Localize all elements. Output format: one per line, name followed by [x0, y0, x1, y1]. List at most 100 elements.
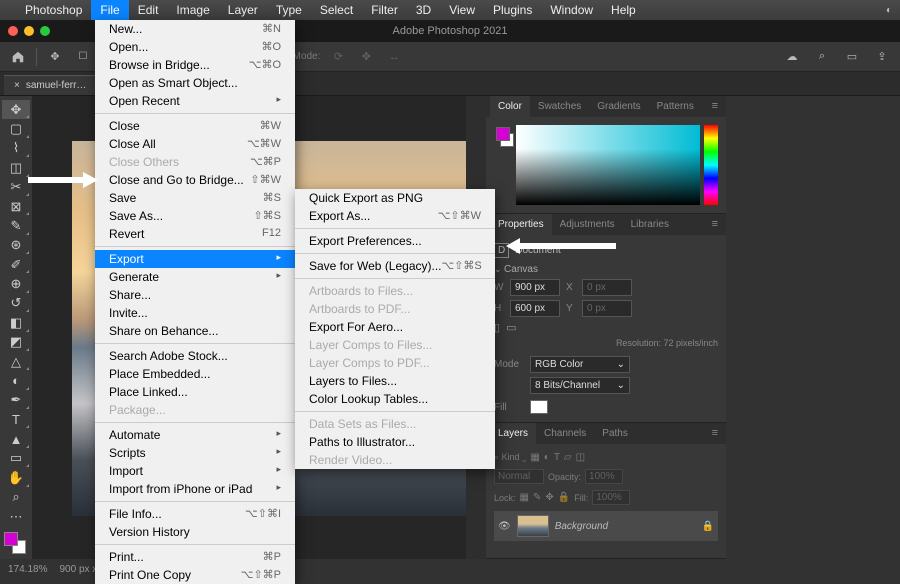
menu-item[interactable]: Scripts [95, 444, 295, 462]
menu-item[interactable]: Export For Aero... [295, 318, 495, 336]
menubar-help[interactable]: Help [602, 0, 645, 20]
menubar-plugins[interactable]: Plugins [484, 0, 541, 20]
panel-menu-icon[interactable]: ≡ [708, 214, 722, 235]
menu-item[interactable]: RevertF12 [95, 225, 295, 243]
menu-item[interactable]: Place Embedded... [95, 365, 295, 383]
tool-object-select[interactable]: ◫ [2, 158, 30, 177]
lock-transparent-icon[interactable]: ▦ [520, 492, 529, 503]
tool-lasso[interactable]: ⌇ [2, 139, 30, 158]
tab-paths[interactable]: Paths [594, 423, 636, 444]
menubar-layer[interactable]: Layer [219, 0, 267, 20]
tool-path-select[interactable]: ▲ [2, 429, 30, 448]
tool-clone[interactable]: ⊕ [2, 274, 30, 293]
layer-name[interactable]: Background [555, 521, 696, 532]
menu-item[interactable]: File Info...⌥⇧⌘I [95, 505, 295, 523]
lock-pixels-icon[interactable]: ✎ [533, 492, 541, 503]
menubar-select[interactable]: Select [311, 0, 362, 20]
lock-all-icon[interactable]: 🔒 [558, 492, 570, 503]
3d-orbit-icon[interactable]: ⟳ [328, 47, 348, 67]
window-close[interactable] [8, 26, 18, 36]
menu-item[interactable]: Paths to Illustrator... [295, 433, 495, 451]
tool-gradient[interactable]: ◩ [2, 333, 30, 352]
menu-item[interactable]: New...⌘N [95, 20, 295, 38]
tool-blur[interactable]: △ [2, 352, 30, 371]
fill-input[interactable] [592, 490, 630, 505]
kind-filter[interactable]: ⌕ Kind ⌄ [494, 452, 526, 463]
hue-slider[interactable] [704, 125, 718, 205]
menu-item[interactable]: Place Linked... [95, 383, 295, 401]
share-icon[interactable]: ⇪ [872, 47, 892, 67]
tool-pen[interactable]: ✒ [2, 391, 30, 410]
menu-item[interactable]: Share on Behance... [95, 322, 295, 340]
doc-tab-close[interactable]: × [14, 80, 20, 91]
cloud-docs-icon[interactable]: ☁ [782, 47, 802, 67]
menu-item[interactable]: Import [95, 462, 295, 480]
menu-item[interactable]: Close and Go to Bridge...⇧⌘W [95, 171, 295, 189]
tab-swatches[interactable]: Swatches [530, 96, 589, 117]
menu-item[interactable]: Color Lookup Tables... [295, 390, 495, 408]
mode-select[interactable]: RGB Color⌄ [530, 356, 630, 373]
filter-shape-icon[interactable]: ▱ [564, 452, 572, 463]
menu-item[interactable]: Open Recent [95, 92, 295, 110]
menu-item[interactable]: Browse in Bridge...⌥⌘O [95, 56, 295, 74]
zoom-level[interactable]: 174.18% [8, 564, 47, 575]
lock-position-icon[interactable]: ✥ [545, 492, 553, 503]
menu-item[interactable]: Close⌘W [95, 117, 295, 135]
tool-edit-toolbar[interactable]: ⋯ [2, 507, 30, 526]
tab-layers[interactable]: Layers [490, 423, 536, 444]
tool-rectangle[interactable]: ▭ [2, 449, 30, 468]
menu-item[interactable]: Export Preferences... [295, 232, 495, 250]
tool-spot-heal[interactable]: ⊛ [2, 236, 30, 255]
width-input[interactable] [510, 279, 560, 296]
window-minimize[interactable] [24, 26, 34, 36]
menu-item[interactable]: Search Adobe Stock... [95, 347, 295, 365]
3d-slide-icon[interactable]: ↔ [384, 47, 404, 67]
menu-item[interactable]: Version History [95, 523, 295, 541]
tool-crop[interactable]: ✂ [2, 178, 30, 197]
tool-hand[interactable]: ✋ [2, 468, 30, 487]
tool-eraser[interactable]: ◧ [2, 313, 30, 332]
tool-history-brush[interactable]: ↺ [2, 294, 30, 313]
menu-item[interactable]: Layers to Files... [295, 372, 495, 390]
fill-swatch[interactable] [530, 400, 548, 414]
filter-smart-icon[interactable]: ◫ [576, 452, 585, 463]
tool-type[interactable]: T [2, 410, 30, 429]
menu-item[interactable]: Print One Copy⌥⇧⌘P [95, 566, 295, 584]
panel-menu-icon[interactable]: ≡ [708, 423, 722, 444]
menu-item[interactable]: Automate [95, 426, 295, 444]
filter-adjust-icon[interactable]: ◐ [544, 452, 550, 463]
tool-dodge[interactable]: ◐ [2, 371, 30, 390]
3d-pan-icon[interactable]: ✥ [356, 47, 376, 67]
tab-channels[interactable]: Channels [536, 423, 594, 444]
tab-gradients[interactable]: Gradients [589, 96, 648, 117]
y-input[interactable] [582, 300, 632, 317]
move-tool-icon[interactable]: ✥ [45, 47, 65, 67]
tool-brush[interactable]: ✐ [2, 255, 30, 274]
filter-pixel-icon[interactable]: ▦ [530, 452, 539, 463]
workspace-icon[interactable]: ▭ [842, 47, 862, 67]
menu-item[interactable]: Quick Export as PNG [295, 189, 495, 207]
visibility-icon[interactable]: 👁 [498, 521, 511, 532]
tab-patterns[interactable]: Patterns [649, 96, 702, 117]
orientation-landscape-icon[interactable]: ▭ [506, 321, 516, 334]
color-field[interactable] [516, 125, 700, 205]
menu-item[interactable]: Save As...⇧⌘S [95, 207, 295, 225]
menu-item[interactable]: Print...⌘P [95, 548, 295, 566]
tab-properties[interactable]: Properties [490, 214, 552, 235]
lock-icon[interactable]: 🔒 [702, 521, 714, 532]
foreground-color[interactable] [4, 532, 18, 546]
menu-item[interactable]: Invite... [95, 304, 295, 322]
x-input[interactable] [582, 279, 632, 296]
layer-thumbnail[interactable] [517, 515, 549, 537]
filter-type-icon[interactable]: T [554, 452, 560, 463]
menu-item[interactable]: Export As...⌥⇧⌘W [295, 207, 495, 225]
panel-menu-icon[interactable]: ≡ [708, 96, 722, 117]
menubar-image[interactable]: Image [167, 0, 218, 20]
document-tab[interactable]: × samuel-ferr… [4, 75, 96, 95]
menu-item[interactable]: Share... [95, 286, 295, 304]
menu-item[interactable]: Generate [95, 268, 295, 286]
opacity-input[interactable] [585, 469, 623, 484]
layer-row[interactable]: 👁 Background 🔒 [494, 511, 718, 541]
menubar-view[interactable]: View [440, 0, 484, 20]
window-zoom[interactable] [40, 26, 50, 36]
